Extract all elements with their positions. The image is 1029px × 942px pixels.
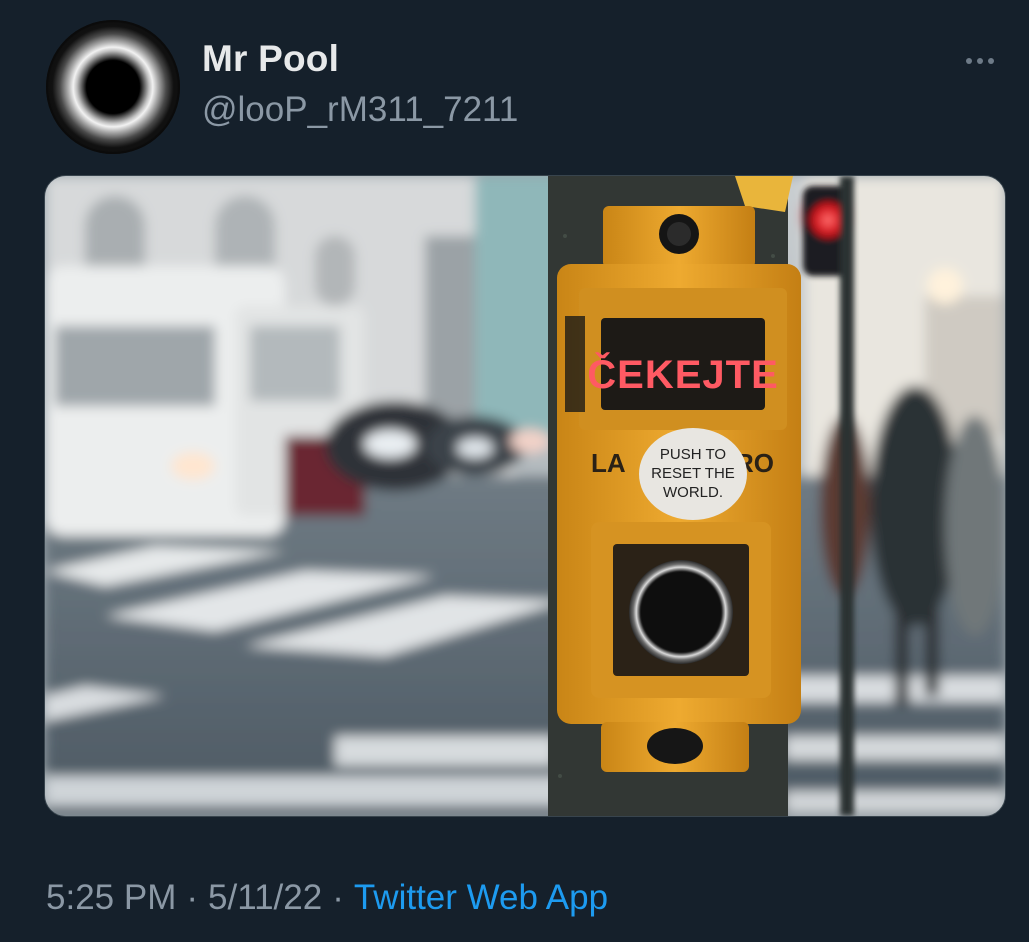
avatar[interactable] (46, 20, 180, 154)
crosswalk-button-photo: ČEKEJTE LA RO PUSH TO RESET THE WORLD. (45, 176, 1005, 816)
display-text: ČEKEJTE (587, 351, 779, 397)
panel-left-text: LA (591, 448, 626, 478)
sticker-line-2: RESET THE (651, 465, 735, 482)
more-options-button[interactable] (958, 50, 1002, 72)
sticker-line-3: WORLD. (663, 484, 723, 501)
more-horizontal-icon (966, 58, 972, 64)
separator: · (186, 878, 199, 917)
tweet-date[interactable]: 5/11/22 (208, 878, 322, 917)
tweet-card: Mr Pool @looP_rM311_7211 ČEKEJTE LA RO P… (0, 0, 1029, 942)
tweet-photo[interactable]: ČEKEJTE LA RO PUSH TO RESET THE WORLD. (44, 175, 1006, 817)
user-handle[interactable]: @looP_rM311_7211 (202, 90, 518, 130)
more-horizontal-icon-dot (988, 58, 994, 64)
source-link[interactable]: Twitter Web App (354, 878, 608, 917)
tweet-meta: 5:25 PM · 5/11/22 · Twitter Web App (46, 878, 608, 918)
separator: · (332, 878, 344, 917)
sticker-line-1: PUSH TO (660, 446, 726, 463)
display-name[interactable]: Mr Pool (202, 38, 339, 80)
more-horizontal-icon-dot (977, 58, 983, 64)
tweet-time[interactable]: 5:25 PM (46, 878, 176, 917)
